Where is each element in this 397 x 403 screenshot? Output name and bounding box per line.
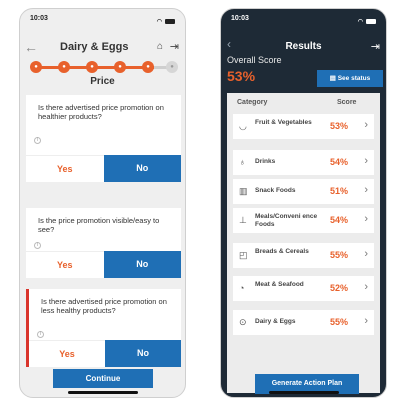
info-icon[interactable]: i [37,331,44,338]
status-bar: 10:03 ◠ [20,9,185,27]
results-screen: 10:03 ◠ ‹ Results ⇥ Overall Score 53% ▤ … [220,8,387,398]
chevron-right-icon: › [364,315,368,327]
category-score: 54% [330,215,349,225]
bowl-icon: ◡ [239,121,247,131]
step-icon[interactable]: ● [142,61,154,73]
category-row[interactable]: ◰ Breads & Cereals 55% › [233,243,374,268]
wifi-icon: ◠ [156,18,162,25]
question-text: Is there advertised price promotion on l… [41,297,167,315]
category-row[interactable]: ◔ Meat & Seafood 52% › [233,276,374,301]
question-card: Is there advertised price promotion on h… [26,95,181,182]
step-progress: ● ● ● ● ● ● [30,61,178,73]
chevron-right-icon: › [364,184,368,196]
yes-button[interactable]: Yes [26,155,104,182]
home-indicator [269,391,339,394]
chevron-right-icon: › [364,119,368,131]
question-card-flagged: Is there advertised price promotion on l… [26,289,181,367]
dairy-icon: ⊙ [239,317,247,327]
category-name: Breads & Cereals [255,248,309,255]
see-status-button[interactable]: ▤ See status [317,70,383,87]
yes-button[interactable]: Yes [29,340,105,367]
battery-icon [366,18,376,24]
step-icon[interactable]: ● [166,61,178,73]
category-score: 54% [330,157,349,167]
meal-icon: ⊥ [239,215,247,225]
chart-icon: ▤ [329,75,338,82]
category-list: Category Score ◡ Fruit & Vegetables 53% … [227,93,380,393]
nav-header: ← Dairy & Eggs ⌂ ⇥ [20,39,185,57]
category-score: 53% [330,121,349,131]
chevron-right-icon: › [364,281,368,293]
category-name: Meals/Conveni ence Foods [255,213,318,228]
step-icon[interactable]: ● [30,61,42,73]
home-icon[interactable]: ⌂ [157,41,163,52]
no-button[interactable]: No [103,155,181,182]
continue-button[interactable]: Continue [53,369,153,388]
page-title: Results [285,41,322,52]
home-indicator [68,391,138,394]
column-header-score: Score [337,99,357,106]
page-title: Dairy & Eggs [60,41,129,53]
category-row[interactable]: ◡ Fruit & Vegetables 53% › [233,114,374,139]
status-icons: ◠ [358,15,376,27]
questionnaire-screen: 10:03 ◠ ← Dairy & Eggs ⌂ ⇥ ● ● ● ● ● ● P… [19,8,186,398]
category-name: Snack Foods [255,187,296,194]
category-name: Drinks [255,158,276,165]
category-score: 55% [330,250,349,260]
question-text: Is the price promotion visible/easy to s… [38,216,160,234]
category-score: 52% [330,283,349,293]
overall-score-label: Overall Score [227,55,282,65]
back-arrow-icon[interactable]: ← [24,39,38,55]
see-status-label: See status [337,75,371,82]
answer-toggle: Yes No [26,251,181,278]
category-name: Meat & Seafood [255,281,304,288]
yes-button[interactable]: Yes [26,251,104,278]
info-icon[interactable]: i [34,242,41,249]
wifi-icon: ◠ [357,18,363,25]
overall-score-value: 53% [227,68,256,84]
no-button[interactable]: No [105,340,181,367]
exit-icon[interactable]: ⇥ [371,40,380,53]
status-bar: 10:03 ◠ [221,9,386,27]
info-icon[interactable]: i [34,137,41,144]
question-text: Is there advertised price promotion on h… [38,103,164,121]
step-icon[interactable]: ● [86,61,98,73]
step-icon[interactable]: ● [58,61,70,73]
category-row[interactable]: ▥ Snack Foods 51% › [233,179,374,204]
bread-icon: ◰ [239,250,248,260]
battery-icon [165,18,175,24]
answer-toggle: Yes No [26,155,181,182]
step-icon[interactable]: ● [114,61,126,73]
no-button[interactable]: No [103,251,181,278]
chevron-right-icon: › [364,248,368,260]
category-row[interactable]: ♁ Drinks 54% › [233,150,374,175]
meat-icon: ◔ [239,283,245,293]
drink-icon: ♁ [239,157,246,167]
status-icons: ◠ [157,15,175,27]
answer-toggle: Yes No [29,340,181,367]
category-row[interactable]: ⊙ Dairy & Eggs 55% › [233,310,374,335]
status-time: 10:03 [231,15,249,22]
category-score: 55% [330,317,349,327]
status-time: 10:03 [30,15,48,22]
category-name: Dairy & Eggs [255,318,296,325]
category-row[interactable]: ⊥ Meals/Conveni ence Foods 54% › [233,208,374,233]
column-header-category: Category [237,99,268,106]
section-title: Price [90,76,115,87]
category-score: 51% [330,186,349,196]
chevron-right-icon: › [364,155,368,167]
chevron-right-icon: › [364,213,368,225]
category-name: Fruit & Vegetables [255,119,312,126]
question-card: Is the price promotion visible/easy to s… [26,208,181,278]
exit-icon[interactable]: ⇥ [170,40,179,53]
snack-icon: ▥ [239,186,248,196]
